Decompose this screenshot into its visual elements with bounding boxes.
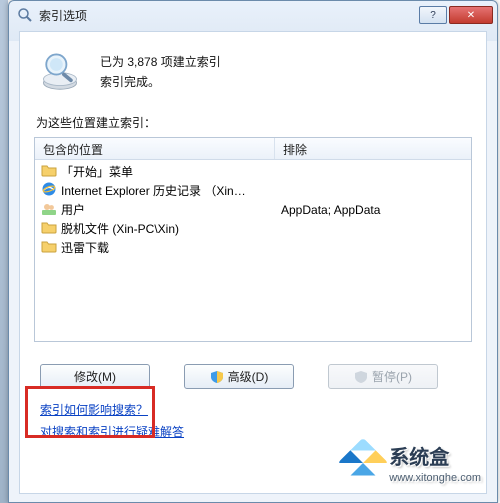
folder-icon — [41, 219, 57, 238]
window-buttons: ? ✕ — [417, 6, 493, 24]
folder-icon — [41, 162, 57, 181]
cell-included: 「开始」菜单 — [35, 162, 275, 181]
indexed-count: 3,878 — [127, 55, 157, 69]
ie-icon — [41, 181, 57, 200]
link-how-indexing-affects-search[interactable]: 索引如何影响搜索？ — [40, 403, 148, 417]
titlebar[interactable]: 索引选项 ? ✕ — [9, 1, 497, 29]
table-row[interactable]: 用户 AppData; AppData — [35, 200, 471, 219]
table-row[interactable]: 脱机文件 (Xin-PC\Xin) — [35, 219, 471, 238]
cell-included: Internet Explorer 历史记录 （Xin… — [35, 181, 275, 200]
help-links: 索引如何影响搜索？ 对搜索和索引进行疑难解答 — [34, 399, 472, 443]
locations-label: 为这些位置建立索引： — [36, 114, 472, 131]
count-suffix: 项建立索引 — [157, 55, 220, 69]
indexed-count-line: 已为 3,878 项建立索引 — [100, 52, 221, 72]
search-icon — [17, 7, 33, 23]
count-prefix: 已为 — [100, 55, 127, 69]
cell-included: 用户 — [35, 200, 275, 219]
cell-included: 脱机文件 (Xin-PC\Xin) — [35, 219, 275, 238]
table-row[interactable]: 迅雷下载 — [35, 238, 471, 257]
location-name: 用户 — [61, 201, 85, 218]
link-troubleshoot[interactable]: 对搜索和索引进行疑难解答 — [40, 425, 184, 439]
magnifier-drive-icon — [38, 48, 82, 92]
shield-icon — [354, 370, 368, 384]
background-edge — [0, 0, 8, 503]
client-area: 已为 3,878 项建立索引 索引完成。 为这些位置建立索引： 包含的位置 排除… — [19, 31, 487, 494]
table-row[interactable]: 「开始」菜单 — [35, 162, 471, 181]
modify-button[interactable]: 修改(M) — [40, 364, 150, 389]
user-icon — [41, 200, 57, 219]
listview-body: 「开始」菜单 Internet Explorer 历史记录 （Xin… 用户 AppD… — [35, 160, 471, 259]
cell-excluded: AppData; AppData — [275, 203, 471, 217]
location-name: 「开始」菜单 — [61, 163, 133, 180]
close-button[interactable]: ✕ — [449, 6, 493, 24]
shield-icon — [210, 370, 224, 384]
column-excluded[interactable]: 排除 — [275, 138, 471, 159]
table-row[interactable]: Internet Explorer 历史记录 （Xin… — [35, 181, 471, 200]
index-summary: 已为 3,878 项建立索引 索引完成。 — [38, 48, 472, 92]
advanced-label: 高级(D) — [228, 368, 269, 385]
locations-listview[interactable]: 包含的位置 排除 「开始」菜单 Internet Explorer 历史记录 （X… — [34, 137, 472, 342]
column-included[interactable]: 包含的位置 — [35, 138, 275, 159]
folder-icon — [41, 238, 57, 257]
window-title: 索引选项 — [39, 7, 417, 24]
pause-label: 暂停(P) — [372, 368, 412, 385]
advanced-button[interactable]: 高级(D) — [184, 364, 294, 389]
location-name: 脱机文件 (Xin-PC\Xin) — [61, 220, 179, 237]
help-button[interactable]: ? — [419, 6, 447, 24]
summary-text: 已为 3,878 项建立索引 索引完成。 — [100, 48, 221, 92]
location-name: 迅雷下载 — [61, 239, 109, 256]
pause-button: 暂停(P) — [328, 364, 438, 389]
status-line: 索引完成。 — [100, 72, 221, 92]
location-name: Internet Explorer 历史记录 （Xin… — [61, 182, 246, 199]
indexing-options-window: 索引选项 ? ✕ 已为 3,878 项建立索引 索引完成。 为这些位置建立索引： — [8, 0, 498, 503]
cell-included: 迅雷下载 — [35, 238, 275, 257]
listview-header: 包含的位置 排除 — [35, 138, 471, 160]
button-row: 修改(M) 高级(D) 暂停(P) — [34, 364, 472, 389]
